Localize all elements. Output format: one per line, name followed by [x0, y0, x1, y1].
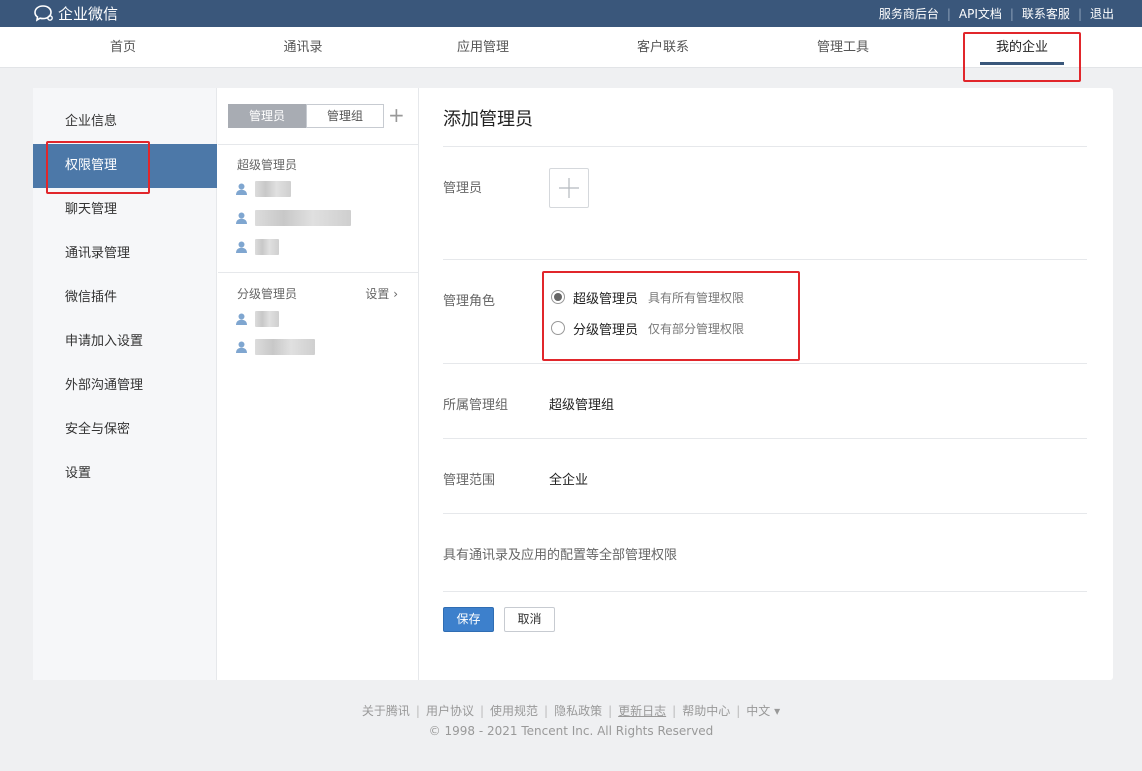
radio-sub-admin[interactable]	[551, 321, 565, 335]
admin-tabs: 管理员 管理组	[228, 104, 384, 128]
nav-management-tools[interactable]: 管理工具	[783, 27, 903, 68]
footer-link-help-center[interactable]: 帮助中心	[682, 704, 730, 718]
separator: |	[544, 704, 549, 718]
top-links: 服务商后台 | API文档 | 联系客服 | 退出	[879, 0, 1114, 27]
sidebar-item-enterprise-info[interactable]: 企业信息	[33, 100, 217, 144]
tab-admins[interactable]: 管理员	[228, 104, 306, 128]
list-item[interactable]	[236, 337, 315, 357]
sidebar-item-permission-management[interactable]: 权限管理	[33, 144, 217, 188]
nav-contacts[interactable]: 通讯录	[243, 27, 363, 68]
admin-list-panel: 管理员 管理组 + 超级管理员 分级管理员 设置 ›	[218, 88, 419, 680]
sidebar-item-contacts-management[interactable]: 通讯录管理	[33, 232, 217, 276]
radio-description: 具有所有管理权限	[648, 290, 745, 305]
add-admin-button[interactable]	[549, 168, 589, 208]
role-field-label: 管理角色	[443, 294, 496, 309]
user-icon	[236, 183, 247, 195]
separator: |	[1077, 6, 1082, 21]
sidebar-item-wechat-plugin[interactable]: 微信插件	[33, 276, 217, 320]
brand-name: 企业微信	[58, 4, 119, 23]
list-item[interactable]	[236, 179, 291, 199]
nav-customer-contact[interactable]: 客户联系	[603, 27, 723, 68]
sidebar: 企业信息 权限管理 聊天管理 通讯录管理 微信插件 申请加入设置 外部沟通管理 …	[33, 88, 217, 680]
nav-home[interactable]: 首页	[63, 27, 183, 68]
save-button[interactable]: 保存	[443, 607, 494, 632]
link-logout[interactable]: 退出	[1090, 5, 1114, 22]
main-card: 企业信息 权限管理 聊天管理 通讯录管理 微信插件 申请加入设置 外部沟通管理 …	[33, 88, 1113, 680]
sidebar-item-settings[interactable]: 设置	[33, 452, 217, 496]
list-item[interactable]	[236, 208, 351, 228]
blurred-name	[255, 311, 279, 327]
sidebar-item-external-communication[interactable]: 外部沟通管理	[33, 364, 217, 408]
separator: |	[946, 6, 951, 21]
group-value: 超级管理组	[549, 398, 615, 413]
tab-admin-groups[interactable]: 管理组	[306, 104, 384, 128]
separator: |	[736, 704, 741, 718]
divider	[443, 513, 1087, 514]
divider	[443, 438, 1087, 439]
group-field-label: 所属管理组	[443, 398, 509, 413]
admin-field-label: 管理员	[443, 181, 483, 196]
separator: |	[1009, 6, 1014, 21]
footer-link-user-agreement[interactable]: 用户协议	[426, 704, 474, 718]
divider	[218, 144, 418, 145]
separator: |	[608, 704, 613, 718]
scope-field-label: 管理范围	[443, 473, 496, 488]
page-title: 添加管理员	[443, 109, 533, 130]
footer-link-privacy[interactable]: 隐私政策	[554, 704, 602, 718]
blurred-name	[255, 239, 279, 255]
footer-links: 关于腾讯 | 用户协议 | 使用规范 | 隐私政策 | 更新日志 | 帮助中心 | 中文 ▾	[0, 702, 1142, 719]
blurred-name	[255, 210, 351, 226]
sub-admin-section-label: 分级管理员	[237, 287, 298, 301]
radio-label: 分级管理员	[573, 322, 639, 338]
logo[interactable]: 企业微信	[33, 3, 118, 23]
list-item[interactable]	[236, 237, 279, 257]
super-admin-section-label: 超级管理员	[237, 158, 298, 172]
radio-description: 仅有部分管理权限	[648, 321, 745, 336]
separator: |	[415, 704, 420, 718]
nav-app-management[interactable]: 应用管理	[423, 27, 543, 68]
add-admin-form: 添加管理员 管理员 管理角色 超级管理员 具有所有管理权限 分级管理员 仅有部分…	[420, 88, 1113, 680]
user-icon	[236, 341, 247, 353]
user-icon	[236, 313, 247, 325]
cancel-button[interactable]: 取消	[504, 607, 555, 632]
user-icon	[236, 241, 247, 253]
divider	[443, 363, 1087, 364]
footer-link-usage-rules[interactable]: 使用规范	[490, 704, 538, 718]
sidebar-item-security[interactable]: 安全与保密	[33, 408, 217, 452]
main-nav: 首页 通讯录 应用管理 客户联系 管理工具 我的企业	[0, 27, 1142, 68]
role-option-super[interactable]: 超级管理员 具有所有管理权限	[551, 287, 744, 307]
divider	[443, 146, 1087, 147]
wecom-logo-icon	[34, 5, 53, 22]
scope-value: 全企业	[549, 473, 589, 488]
link-api-docs[interactable]: API文档	[959, 5, 1002, 22]
plus-icon[interactable]: +	[388, 102, 405, 128]
role-description: 具有通讯录及应用的配置等全部管理权限	[443, 548, 678, 563]
language-select[interactable]: 中文 ▾	[746, 704, 780, 718]
blurred-name	[255, 339, 315, 355]
copyright: © 1998 - 2021 Tencent Inc. All Rights Re…	[428, 724, 714, 738]
nav-my-enterprise[interactable]: 我的企业	[962, 27, 1082, 68]
separator: |	[479, 704, 485, 718]
sidebar-item-join-settings[interactable]: 申请加入设置	[33, 320, 217, 364]
separator: |	[672, 704, 677, 718]
divider	[218, 272, 418, 273]
plus-icon	[559, 178, 579, 198]
top-bar: 企业微信 服务商后台 | API文档 | 联系客服 | 退出	[0, 0, 1142, 27]
link-contact-support[interactable]: 联系客服	[1022, 5, 1070, 22]
divider	[443, 591, 1087, 592]
link-provider-backend[interactable]: 服务商后台	[879, 5, 939, 22]
list-item[interactable]	[236, 309, 279, 329]
user-icon	[236, 212, 247, 224]
divider	[443, 259, 1087, 260]
sidebar-item-chat-management[interactable]: 聊天管理	[33, 188, 217, 232]
role-option-sub[interactable]: 分级管理员 仅有部分管理权限	[551, 318, 744, 338]
sub-admin-settings-link[interactable]: 设置 ›	[365, 285, 398, 302]
radio-super-admin[interactable]	[551, 290, 565, 304]
radio-label: 超级管理员	[573, 291, 639, 307]
blurred-name	[255, 181, 291, 197]
footer-link-changelog[interactable]: 更新日志	[618, 704, 666, 718]
footer-link-about[interactable]: 关于腾讯	[362, 704, 410, 718]
